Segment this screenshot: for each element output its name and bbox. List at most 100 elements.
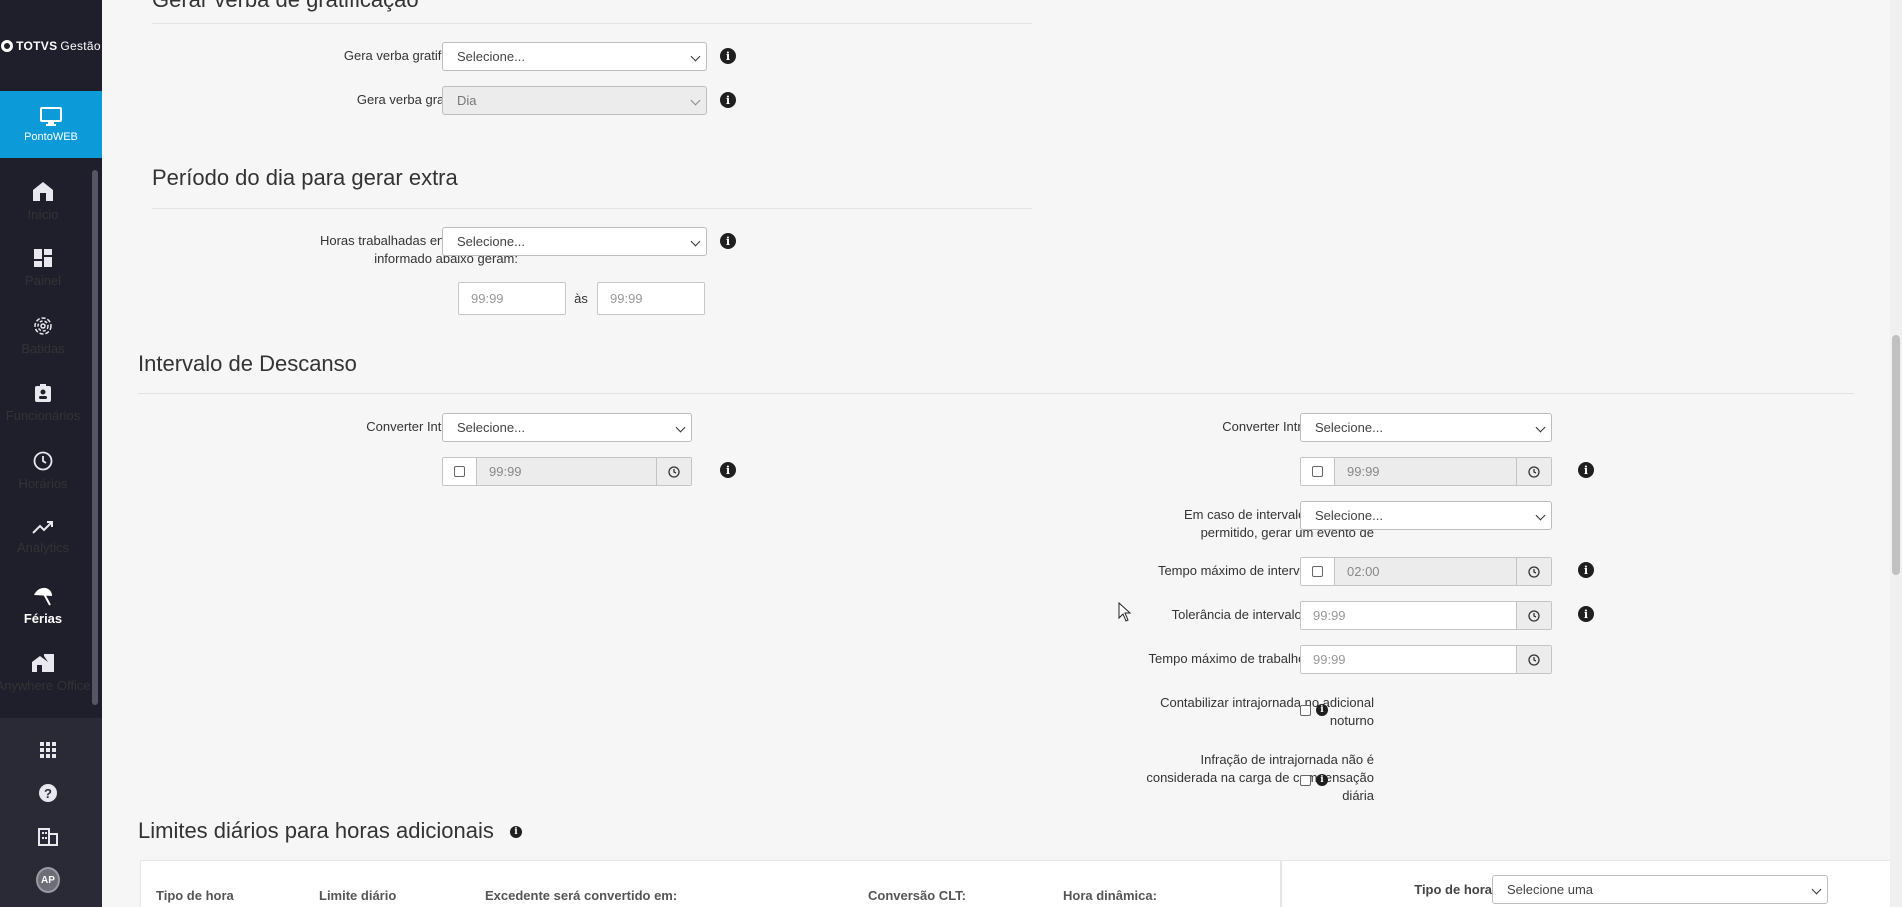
clock-icon[interactable]	[656, 458, 691, 485]
sidebar-scrollbar[interactable]	[92, 170, 98, 705]
info-icon[interactable]: i	[1578, 562, 1594, 578]
sidebar-item-anywhere-office[interactable]: Anywhere Office	[0, 641, 91, 709]
periodo-inicio-input[interactable]: 99:99	[458, 282, 566, 315]
logo-main: TOTVS	[16, 38, 58, 53]
tempo-maximo-checkbox-cell	[1301, 558, 1335, 585]
sidebar-item-label: Início	[27, 206, 59, 222]
info-icon[interactable]: i	[720, 462, 736, 478]
sidebar-item-batidas[interactable]: Batidas	[0, 303, 86, 371]
chevron-down-icon	[1811, 884, 1822, 895]
sidebar: TOTVS Gestão PontoWEB Início Painel Bati…	[0, 0, 102, 907]
sidebar-nav: Início Painel Batidas Funcionários Horár…	[0, 168, 91, 709]
section-title-intervalo: Intervalo de Descanso	[138, 351, 357, 376]
periodo-separator: às	[574, 291, 588, 306]
converter-intrajornada-select[interactable]: Selecione...	[1300, 413, 1552, 442]
umbrella-icon	[34, 587, 52, 606]
info-icon[interactable]: i	[720, 92, 736, 108]
clock-icon[interactable]	[1516, 458, 1551, 485]
info-icon[interactable]: i	[720, 233, 736, 249]
tempo-maximo-checkbox[interactable]	[1312, 566, 1323, 577]
divider	[152, 23, 1032, 24]
sidebar-item-label: Funcionários	[5, 408, 81, 424]
interjornada-input[interactable]: 99:99	[477, 458, 656, 485]
gratificacao-como-select[interactable]: Selecione...	[442, 42, 707, 71]
info-icon[interactable]: i	[510, 826, 522, 838]
column-header-conversao-clt: Conversão CLT:	[868, 888, 966, 903]
converter-interjornada-select[interactable]: Selecione...	[442, 413, 692, 442]
sidebar-item-painel[interactable]: Painel	[0, 236, 86, 304]
column-header-hora-dinamica: Hora dinâmica:	[1063, 888, 1157, 903]
badge-icon	[35, 384, 51, 403]
sidebar-item-analytics[interactable]: Analytics	[0, 506, 86, 574]
tipo-hora-label: Tipo de hora	[1414, 882, 1492, 897]
select-value: Dia	[457, 93, 477, 108]
select-value: Selecione...	[457, 49, 525, 64]
totvs-logo[interactable]: TOTVS Gestão	[0, 0, 102, 91]
intervalo-superior-select[interactable]: Selecione...	[1300, 501, 1552, 530]
column-header-tipo-hora: Tipo de hora	[156, 888, 234, 903]
sidebar-item-ferias[interactable]: Férias	[0, 573, 86, 641]
select-value: Selecione...	[457, 420, 525, 435]
fingerprint-icon	[34, 317, 52, 335]
contabilizar-intrajornada-checkbox[interactable]	[1300, 705, 1311, 716]
chevron-down-icon	[1535, 510, 1546, 521]
section-title-gratificacao: Gerar verba de gratificação	[152, 0, 419, 13]
periodo-fim-input[interactable]: 99:99	[597, 282, 705, 315]
section-title-periodo: Período do dia para gerar extra	[152, 165, 458, 190]
help-icon[interactable]: ?	[36, 781, 60, 805]
sidebar-footer: ? AP	[0, 718, 102, 907]
sidebar-item-funcionarios[interactable]: Funcionários	[0, 371, 86, 439]
svg-text:?: ?	[44, 786, 52, 801]
interjornada-checkbox[interactable]	[454, 466, 465, 477]
sidebar-item-inicio[interactable]: Início	[0, 168, 86, 236]
tolerancia-input[interactable]: 99:99	[1301, 602, 1516, 629]
horas-trabalhadas-select[interactable]: Selecione...	[442, 227, 707, 256]
info-icon[interactable]: i	[1316, 774, 1328, 786]
info-icon[interactable]: i	[1316, 704, 1328, 716]
info-icon[interactable]: i	[1578, 462, 1594, 478]
tempo-maximo-input-group: 02:00	[1300, 557, 1552, 586]
totvs-logo-icon	[1, 39, 14, 52]
sidebar-item-horarios[interactable]: Horários	[0, 438, 86, 506]
clock-icon[interactable]	[1516, 602, 1551, 629]
home-work-icon	[32, 654, 54, 673]
info-icon[interactable]: i	[1578, 606, 1594, 622]
user-avatar[interactable]: AP	[36, 867, 60, 893]
info-icon[interactable]: i	[720, 48, 736, 64]
tolerancia-input-group: 99:99	[1300, 601, 1552, 630]
ininterrupto-input[interactable]: 99:99	[1301, 646, 1516, 673]
ininterrupto-input-group: 99:99	[1300, 645, 1552, 674]
select-value: Selecione...	[457, 234, 525, 249]
divider	[138, 393, 1854, 394]
gratificacao-por-select[interactable]: Dia	[442, 86, 707, 115]
home-icon	[33, 181, 53, 201]
tipo-hora-select[interactable]: Selecione uma	[1492, 875, 1828, 904]
interjornada-checkbox-cell	[443, 458, 477, 485]
chevron-down-icon	[690, 95, 701, 106]
intrajornada-input-group: 99:99	[1300, 457, 1552, 486]
chevron-down-icon	[690, 51, 701, 62]
sidebar-item-label: Férias	[23, 610, 63, 626]
mouse-cursor-icon	[1118, 602, 1132, 622]
main-content: Gerar verba de gratificação Gera verba g…	[102, 0, 1892, 907]
intrajornada-input[interactable]: 99:99	[1335, 458, 1516, 485]
select-value: Selecione...	[1315, 508, 1383, 523]
select-value: Selecione...	[1315, 420, 1383, 435]
intrajornada-checkbox[interactable]	[1312, 466, 1323, 477]
clock-icon[interactable]	[1516, 646, 1551, 673]
sidebar-item-label: Analytics	[16, 540, 70, 556]
tempo-maximo-input[interactable]: 02:00	[1335, 558, 1516, 585]
building-icon[interactable]	[36, 825, 60, 849]
divider	[152, 208, 1032, 209]
sidebar-item-label: PontoWEB	[24, 130, 78, 143]
label-line: Infração de intrajornada não é	[1200, 752, 1374, 767]
clock-icon[interactable]	[1516, 558, 1551, 585]
page-scrollbar[interactable]	[1890, 0, 1902, 907]
chevron-down-icon	[675, 422, 686, 433]
sidebar-item-label: Anywhere Office	[0, 678, 91, 694]
infracao-intrajornada-checkbox[interactable]	[1300, 775, 1311, 786]
scrollbar-thumb[interactable]	[1892, 335, 1900, 575]
sidebar-item-label: Painel	[24, 273, 62, 289]
sidebar-item-pontoweb[interactable]: PontoWEB	[0, 91, 102, 158]
apps-grid-icon[interactable]	[36, 738, 60, 762]
